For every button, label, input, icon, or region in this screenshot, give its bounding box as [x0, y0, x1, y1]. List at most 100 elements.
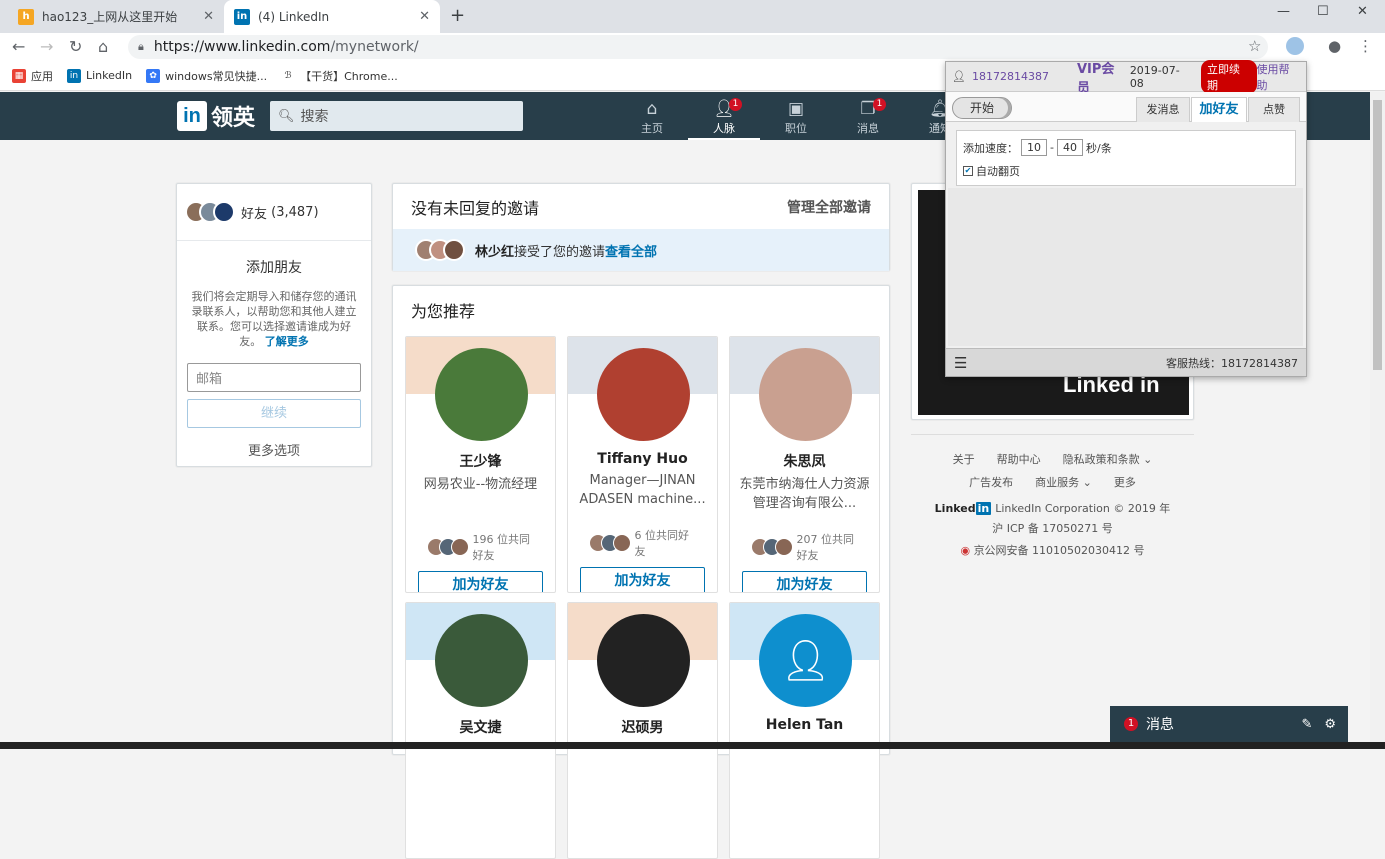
learn-more-link[interactable]: 了解更多: [265, 335, 309, 348]
renew-button[interactable]: 立即续期: [1201, 59, 1257, 94]
list-menu-icon[interactable]: ☰: [954, 354, 967, 372]
user-icon: 👤︎: [952, 70, 966, 83]
profile-photo[interactable]: [597, 348, 690, 441]
tab-like[interactable]: 点赞: [1248, 97, 1300, 122]
notification-badge: 1: [729, 98, 742, 111]
script-icon: ℬ: [281, 68, 296, 83]
messaging-bar[interactable]: 1 消息 ✎ ⚙: [1110, 706, 1348, 742]
new-tab-button[interactable]: +: [450, 5, 465, 26]
tab-title: (4) LinkedIn: [258, 9, 330, 24]
tab-send-message[interactable]: 发消息: [1136, 97, 1190, 122]
person-card[interactable]: 迟硕男: [567, 602, 718, 859]
mutual-connections[interactable]: 196 位共同好友: [406, 531, 555, 563]
extension-popup: 👤︎ 18172814387 VIP会员 2019-07-08 立即续期 使用帮…: [945, 59, 1307, 377]
footer-link-business[interactable]: 商业服务 ⌄: [1035, 474, 1092, 490]
forward-icon[interactable]: →: [40, 37, 53, 56]
vip-label: VIP会员: [1076, 61, 1115, 96]
auto-page-checkbox[interactable]: ✔: [963, 166, 973, 176]
speed-max-input[interactable]: 40: [1056, 139, 1083, 156]
menu-kebab-icon[interactable]: ⋮: [1358, 37, 1373, 55]
person-name[interactable]: 迟硕男: [568, 717, 717, 737]
nav-label: 人脉: [713, 122, 735, 135]
add-friend-button[interactable]: 加为好友: [742, 571, 867, 592]
more-options-link[interactable]: 更多选项: [177, 440, 371, 459]
add-friend-button[interactable]: 加为好友: [418, 571, 543, 592]
maximize-icon[interactable]: ☐: [1317, 4, 1329, 19]
bookmark-linkedin[interactable]: in LinkedIn: [67, 68, 132, 83]
notification-badge: 1: [873, 98, 886, 111]
gear-icon[interactable]: ⚙: [1324, 717, 1336, 732]
nav-network[interactable]: 👤︎ 1 人脉: [688, 98, 760, 140]
nav-jobs[interactable]: ▣ 职位: [760, 98, 832, 140]
close-tab-icon[interactable]: ✕: [203, 9, 214, 24]
messaging-tools: ✎ ⚙: [1301, 717, 1336, 732]
briefcase-icon: ▣: [787, 99, 805, 119]
speed-row: 添加速度： 10 - 40 秒/条: [963, 139, 1289, 156]
speed-min-input[interactable]: 10: [1021, 139, 1047, 156]
back-icon[interactable]: ←: [12, 37, 25, 56]
mutual-text: 6 位共同好友: [634, 529, 690, 558]
person-card[interactable]: Tiffany Huo Manager—JINAN ADASEN machine.…: [567, 336, 718, 593]
person-name[interactable]: Tiffany Huo: [568, 451, 717, 467]
profile-photo[interactable]: 👤︎: [759, 614, 852, 707]
extension-icon[interactable]: [1286, 37, 1304, 55]
tab-add-friend[interactable]: 加好友: [1191, 97, 1247, 122]
search-input[interactable]: 🔍︎ 搜索: [270, 101, 523, 131]
see-all-link[interactable]: 查看全部: [605, 241, 657, 260]
icp-text: 沪 ICP 备 17050271 号: [992, 522, 1113, 535]
bookmark-label: 应用: [31, 69, 53, 83]
reload-icon[interactable]: ↻: [69, 37, 82, 56]
person-name[interactable]: 朱思凤: [730, 451, 879, 471]
profile-photo[interactable]: [597, 614, 690, 707]
profile-photo[interactable]: [435, 614, 528, 707]
footer-link-about[interactable]: 关于: [953, 451, 975, 467]
person-name[interactable]: Helen Tan: [730, 717, 879, 733]
mutual-text: 207 位共同好友: [796, 533, 855, 562]
profile-photo[interactable]: [759, 348, 852, 441]
linkedin-logo[interactable]: in 领英: [177, 100, 255, 132]
footer-link-privacy[interactable]: 隐私政策和条款 ⌄: [1063, 451, 1153, 467]
add-friend-button[interactable]: 加为好友: [580, 567, 705, 592]
nav-home[interactable]: ⌂ 主页: [616, 98, 688, 140]
mutual-connections[interactable]: 6 位共同好友: [568, 527, 717, 559]
person-card[interactable]: 朱思凤 东莞市纳海仕人力资源管理咨询有限公... 207 位共同好友 加为好友: [729, 336, 880, 593]
vip-date: 2019-07-08: [1129, 63, 1180, 90]
browser-tab-linkedin[interactable]: in (4) LinkedIn ✕: [224, 0, 440, 33]
profile-photo[interactable]: [435, 348, 528, 441]
close-window-icon[interactable]: ✕: [1357, 4, 1368, 19]
page-scrollbar[interactable]: [1370, 92, 1385, 742]
footer-link-help[interactable]: 帮助中心: [997, 451, 1041, 467]
continue-button[interactable]: 继续: [187, 399, 361, 428]
accepted-invitation-row: 林少红 接受了您的邀请 查看全部: [393, 229, 889, 271]
person-card[interactable]: 王少锋 网易农业--物流经理 196 位共同好友 加为好友: [405, 336, 556, 593]
manage-invitations-link[interactable]: 管理全部邀请: [787, 197, 871, 217]
help-link[interactable]: 使用帮助: [1257, 61, 1301, 93]
close-tab-icon[interactable]: ✕: [419, 9, 430, 24]
lock-icon: 🔒︎: [138, 40, 144, 53]
person-name[interactable]: 吴文捷: [406, 717, 555, 737]
address-bar[interactable]: 🔒︎ https://www.linkedin.com /mynetwork/: [128, 35, 1268, 59]
minimize-icon[interactable]: —: [1277, 4, 1290, 19]
user-id: 18172814387: [971, 70, 1049, 83]
email-field[interactable]: 邮箱: [187, 363, 361, 392]
bookmark-chrome[interactable]: ℬ 【干货】Chrome...: [281, 68, 398, 84]
bookmark-apps[interactable]: ▦ 应用: [12, 68, 53, 84]
start-toggle[interactable]: 开始: [952, 97, 1012, 119]
profile-icon[interactable]: ●: [1328, 37, 1341, 55]
person-name[interactable]: 王少锋: [406, 451, 555, 471]
nav-messages[interactable]: ❐ 1 消息: [832, 98, 904, 140]
police-badge-icon: ◉: [960, 544, 971, 557]
friends-count-row[interactable]: 好友 (3,487): [177, 184, 371, 241]
scrollbar-thumb[interactable]: [1373, 100, 1382, 370]
footer-link-more[interactable]: 更多: [1114, 474, 1136, 490]
compose-icon[interactable]: ✎: [1301, 717, 1312, 732]
bookmark-windows[interactable]: ✿ windows常见快捷...: [146, 68, 267, 84]
person-card[interactable]: 吴文捷: [405, 602, 556, 859]
person-card[interactable]: 👤︎ Helen Tan: [729, 602, 880, 859]
footer-link-ads[interactable]: 广告发布: [969, 474, 1013, 490]
accepted-name[interactable]: 林少红: [475, 241, 514, 260]
browser-tab-hao123[interactable]: h hao123_上网从这里开始 ✕: [8, 0, 224, 33]
mutual-connections[interactable]: 207 位共同好友: [730, 531, 879, 563]
bookmark-star-icon[interactable]: ☆: [1248, 37, 1261, 55]
home-browser-icon[interactable]: ⌂: [98, 37, 108, 56]
